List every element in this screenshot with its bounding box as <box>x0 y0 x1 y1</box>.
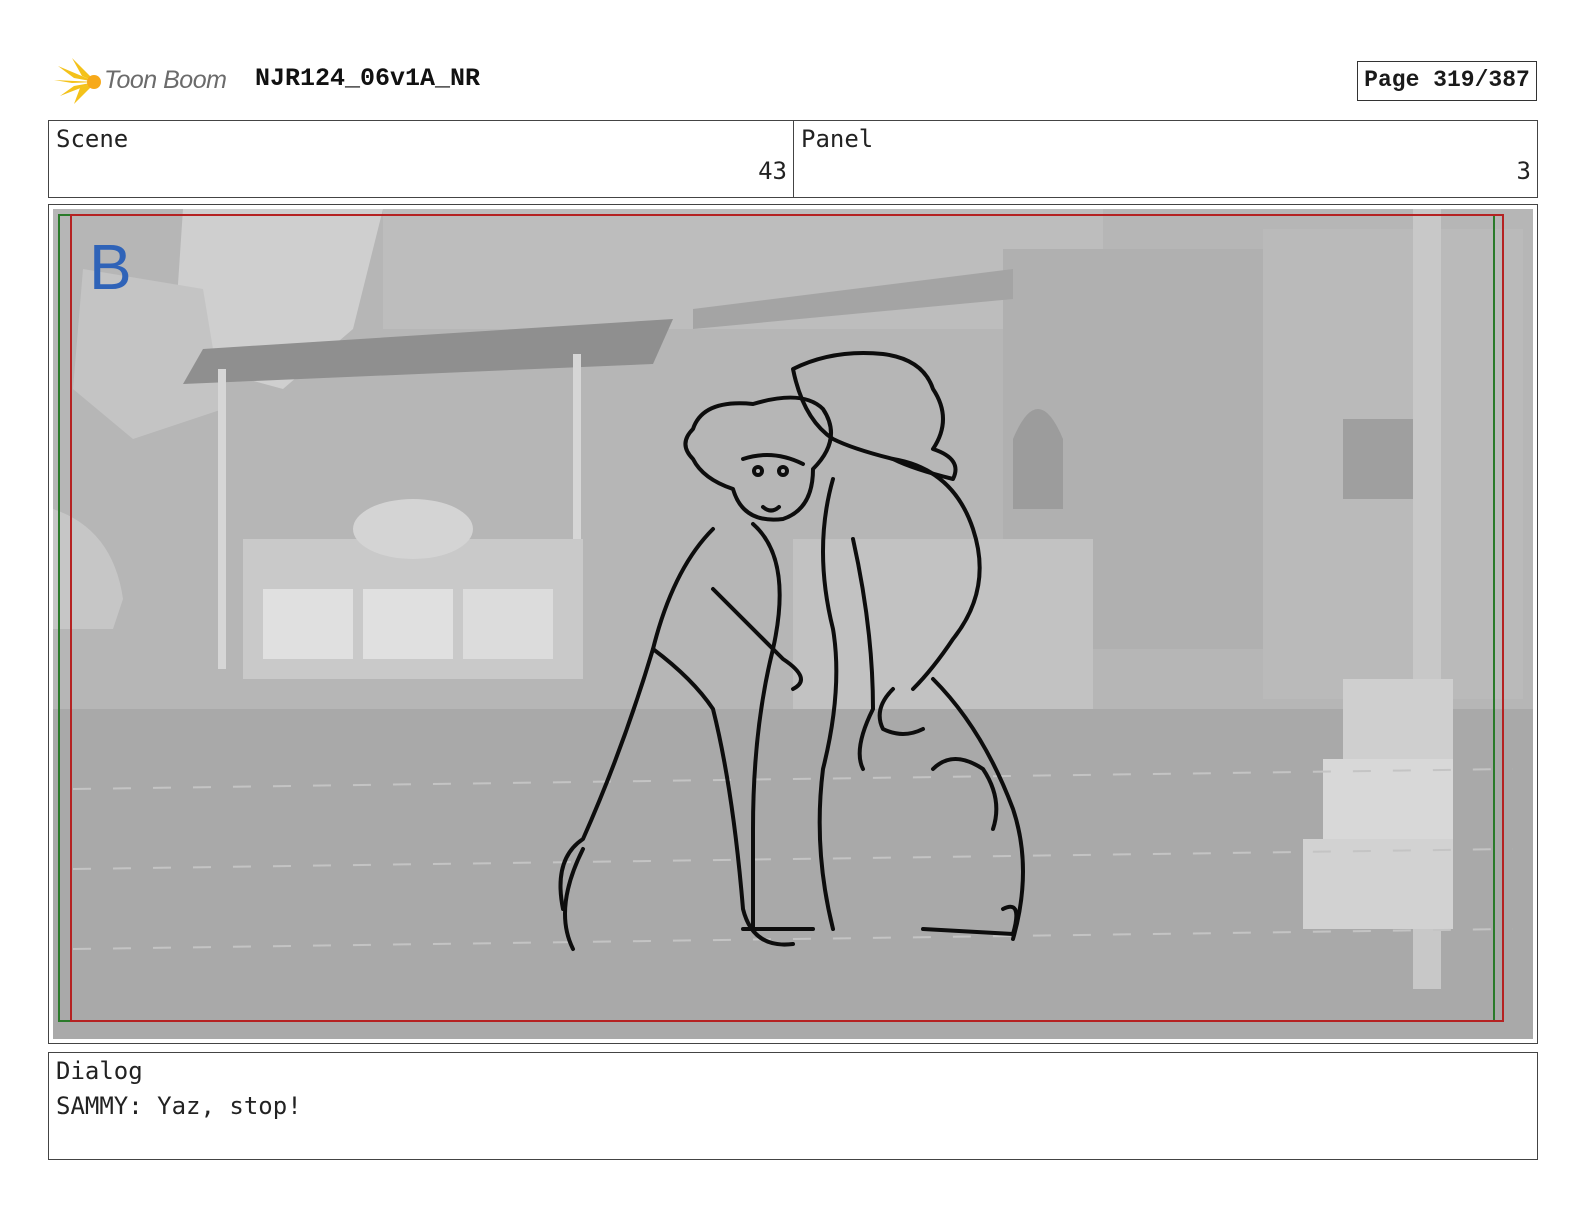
toon-boom-logo: Toon Boom <box>52 56 242 106</box>
document-title: NJR124_06v1A_NR <box>255 64 481 93</box>
layer-mark: B <box>89 231 132 303</box>
scene-panel-info: Scene 43 Panel 3 <box>48 120 1538 198</box>
storyboard-panel-image: B <box>48 204 1538 1044</box>
dialog-text: SAMMY: Yaz, stop! <box>56 1092 302 1120</box>
scene-number: 43 <box>758 157 787 185</box>
logo-text: Toon Boom <box>104 66 227 94</box>
panel-number: 3 <box>1516 157 1531 185</box>
storyboard-sketch <box>53 209 1533 1039</box>
panel-label: Panel <box>801 125 874 153</box>
panel-cell: Panel 3 <box>794 121 1537 197</box>
dialog-box: Dialog SAMMY: Yaz, stop! <box>48 1052 1538 1160</box>
starburst-icon <box>54 58 101 104</box>
dialog-label: Dialog <box>56 1057 143 1085</box>
scene-label: Scene <box>56 125 129 153</box>
page-number-badge: Page 319/387 <box>1357 61 1537 101</box>
scene-cell: Scene 43 <box>49 121 794 197</box>
